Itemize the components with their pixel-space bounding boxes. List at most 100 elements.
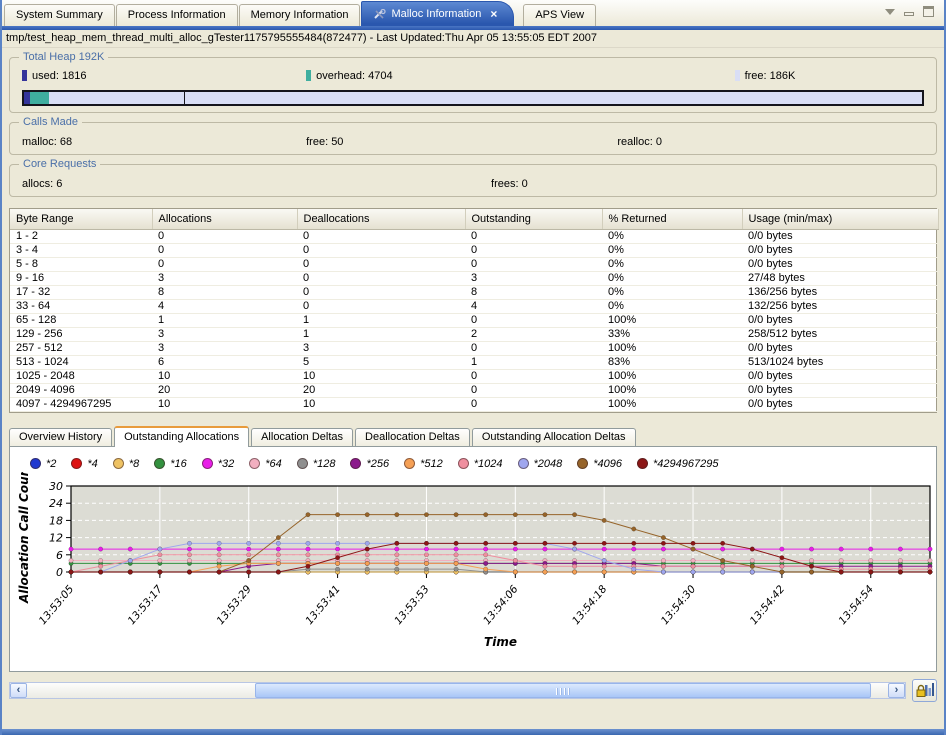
horizontal-scrollbar[interactable]: ‹ › (9, 682, 906, 699)
chart-tab-outstanding-allocations[interactable]: Outstanding Allocations (114, 426, 249, 447)
series-point-x32 (424, 546, 428, 550)
table-row[interactable]: 4097 - 429496729510100100%0/0 bytes (10, 397, 938, 411)
x-tick-label: 13:54:54 (837, 583, 877, 627)
series-point-x64 (809, 558, 813, 562)
table-cell: 65 - 128 (10, 313, 152, 327)
y-tick-label: 18 (49, 514, 63, 527)
table-cell: 4 (465, 299, 602, 313)
table-row[interactable]: 3 - 40000%0/0 bytes (10, 243, 938, 257)
series-point-x2048 (365, 541, 369, 545)
table-cell: 0 (465, 229, 602, 243)
column-header--returned[interactable]: % Returned (602, 209, 742, 229)
table-row[interactable]: 9 - 163030%27/48 bytes (10, 271, 938, 285)
table-row[interactable]: 33 - 644040%132/256 bytes (10, 299, 938, 313)
table-row[interactable]: 513 - 102465183%513/1024 bytes (10, 355, 938, 369)
series-point-x4096 (276, 535, 280, 539)
series-point-x32 (98, 546, 102, 550)
scrollbar-thumb[interactable] (255, 683, 871, 698)
table-row[interactable]: 17 - 328080%136/256 bytes (10, 285, 938, 299)
series-point-x512 (395, 561, 399, 565)
realloc-count: realloc: 0 (617, 136, 924, 148)
table-cell: 0 (465, 369, 602, 383)
lock-chart-button[interactable] (912, 679, 937, 702)
column-header-deallocations[interactable]: Deallocations (297, 209, 465, 229)
series-point-x4294967295 (454, 541, 458, 545)
series-point-x4294967295 (69, 569, 73, 573)
series-point-x2048 (158, 546, 162, 550)
chart-legend: *2*4*8*16*32*64*128*256*512*1024*2048*40… (10, 447, 936, 472)
series-point-x4294967295 (720, 541, 724, 545)
column-header-usage-min-max-[interactable]: Usage (min/max) (742, 209, 938, 229)
series-point-x1024 (454, 552, 458, 556)
column-header-byte-range[interactable]: Byte Range (10, 209, 152, 229)
view-menu-icon[interactable] (885, 9, 895, 15)
tab-aps-view[interactable]: APS View (523, 4, 596, 26)
table-cell: 3 (152, 271, 297, 285)
close-tab-icon[interactable]: × (490, 2, 497, 26)
window-bottom-border (2, 729, 944, 735)
column-header-outstanding[interactable]: Outstanding (465, 209, 602, 229)
chart-tab-overview-history[interactable]: Overview History (9, 428, 112, 446)
scroll-right-button[interactable]: › (888, 683, 905, 698)
table-cell: 3 - 4 (10, 243, 152, 257)
scroll-left-button[interactable]: ‹ (10, 683, 27, 698)
scroll-left-icon: ‹ (17, 685, 21, 696)
table-row[interactable]: 129 - 25631233%258/512 bytes (10, 327, 938, 341)
series-point-x4294967295 (572, 541, 576, 545)
series-point-x4096 (247, 558, 251, 562)
legend-label: *4096 (593, 458, 622, 470)
series-point-x4294967295 (513, 541, 517, 545)
tab-malloc-information[interactable]: Malloc Information× (361, 1, 514, 26)
table-cell: 20 (297, 383, 465, 397)
table-cell: 100% (602, 369, 742, 383)
table-cell: 0/0 bytes (742, 243, 938, 257)
minimize-icon[interactable] (904, 12, 914, 16)
chart-tab-allocation-deltas[interactable]: Allocation Deltas (251, 428, 353, 446)
table-cell: 10 (152, 369, 297, 383)
series-point-x32 (632, 546, 636, 550)
table-cell: 20 (152, 383, 297, 397)
allocation-history-chart: 061218243013:53:0513:53:1713:53:2913:53:… (14, 472, 946, 656)
heap-bar-free-segment (49, 92, 922, 104)
series-point-x1024 (720, 564, 724, 568)
series-point-x1024 (543, 564, 547, 568)
series-point-x4096 (306, 512, 310, 516)
table-row[interactable]: 1 - 20000%0/0 bytes (10, 229, 938, 243)
y-tick-label: 24 (49, 497, 63, 510)
chart-tab-deallocation-deltas[interactable]: Deallocation Deltas (355, 428, 470, 446)
series-point-x4294967295 (365, 546, 369, 550)
legend-dot-icon (249, 458, 260, 469)
column-header-allocations[interactable]: Allocations (152, 209, 297, 229)
table-row[interactable]: 257 - 512330100%0/0 bytes (10, 341, 938, 355)
plot-background (71, 486, 930, 572)
table-row[interactable]: 5 - 80000%0/0 bytes (10, 257, 938, 271)
table-row[interactable]: 2049 - 409620200100%0/0 bytes (10, 383, 938, 397)
table-cell: 5 - 8 (10, 257, 152, 271)
malloc-information-view: { "window": { "tabs": [ { "label": "Syst… (0, 0, 946, 735)
maximize-icon[interactable] (923, 6, 934, 17)
legend-dot-icon (577, 458, 588, 469)
series-point-x4096 (513, 512, 517, 516)
table-row[interactable]: 65 - 128110100%0/0 bytes (10, 313, 938, 327)
chart-tab-outstanding-allocation-deltas[interactable]: Outstanding Allocation Deltas (472, 428, 636, 446)
scrollbar-track[interactable] (27, 683, 888, 698)
bottom-scroll-row: ‹ › (9, 679, 937, 702)
series-point-x512 (513, 569, 517, 573)
series-point-x2048 (720, 569, 724, 573)
table-cell: 0 (465, 257, 602, 271)
tab-process-information[interactable]: Process Information (116, 4, 238, 26)
series-point-x4294967295 (483, 541, 487, 545)
tab-memory-information[interactable]: Memory Information (239, 4, 361, 26)
table-cell: 100% (602, 341, 742, 355)
series-point-x4096 (750, 564, 754, 568)
table-cell: 0 (465, 341, 602, 355)
tab-system-summary[interactable]: System Summary (4, 4, 115, 26)
table-cell: 258/512 bytes (742, 327, 938, 341)
table-cell: 257 - 512 (10, 341, 152, 355)
byte-range-table: Byte RangeAllocationsDeallocationsOutsta… (9, 208, 937, 413)
table-row[interactable]: 1025 - 204810100100%0/0 bytes (10, 369, 938, 383)
overhead-swatch (306, 70, 311, 81)
series-point-x32 (217, 546, 221, 550)
series-point-x4096 (365, 512, 369, 516)
series-point-x1024 (158, 552, 162, 556)
